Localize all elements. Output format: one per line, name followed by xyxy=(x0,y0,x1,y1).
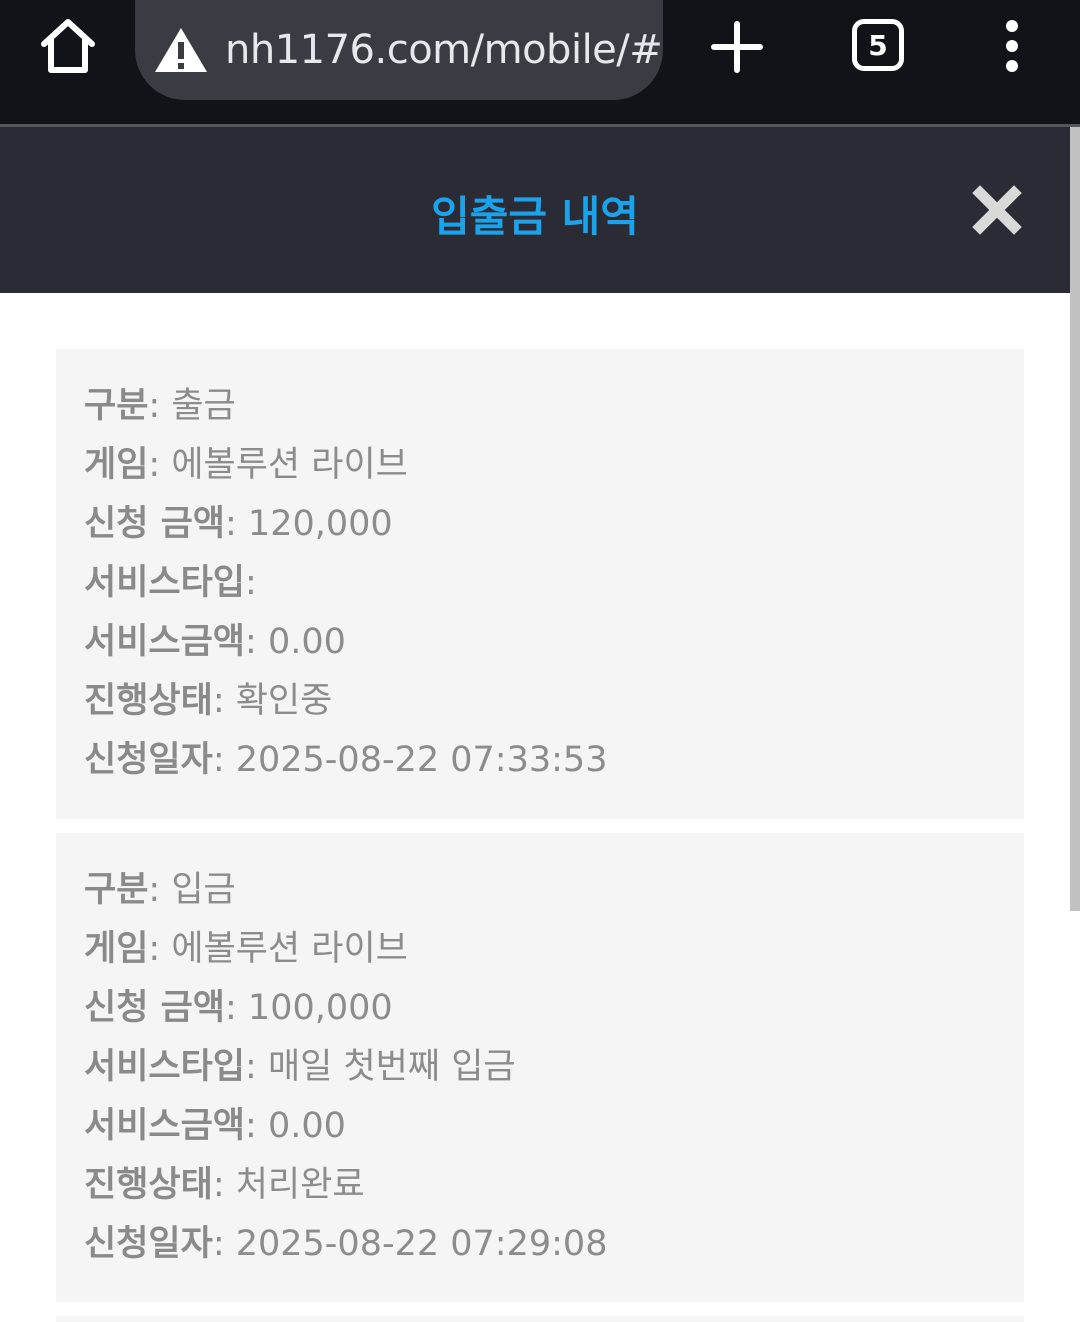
row-type: 구분: 출금 xyxy=(84,386,236,426)
status-value: 처리완료 xyxy=(235,1165,365,1205)
row-date: 신청일자: 2025-08-22 07:29:08 xyxy=(84,1224,608,1264)
date-value: 2025-08-22 07:33:53 xyxy=(235,740,608,780)
service-type-value: 매일 첫번째 입금 xyxy=(267,1047,516,1087)
plus-icon[interactable] xyxy=(710,20,764,74)
row-game: 게임: 에볼루션 라이브 xyxy=(84,445,408,485)
modal-title: 입출금 내역 xyxy=(431,192,639,241)
status-label: 진행상태 xyxy=(84,681,213,721)
row-type: 구분: 입금 xyxy=(84,870,236,910)
amount-label: 신청 금액 xyxy=(84,988,225,1028)
row-amount: 신청 금액: 100,000 xyxy=(84,988,393,1028)
service-type-label: 서비스타입 xyxy=(84,563,246,603)
service-type-label: 서비스타입 xyxy=(84,1047,246,1087)
service-amount-label: 서비스금액 xyxy=(84,622,246,662)
amount-value: 100,000 xyxy=(247,988,393,1028)
game-label: 게임 xyxy=(84,445,149,485)
date-value: 2025-08-22 07:29:08 xyxy=(235,1224,608,1264)
tab-count: 5 xyxy=(868,28,888,62)
transaction-card: 구분: 입금 게임: 에볼루션 라이브 신청 금액: 100,000 서비스타입… xyxy=(56,833,1024,1302)
more-vert-icon[interactable] xyxy=(996,18,1028,74)
row-service-type: 서비스타입: 매일 첫번째 입금 xyxy=(84,1047,516,1087)
row-status: 진행상태: 처리완료 xyxy=(84,1165,365,1205)
row-status: 진행상태: 확인중 xyxy=(84,681,333,721)
service-amount-value: 0.00 xyxy=(267,622,346,662)
home-icon[interactable] xyxy=(36,14,100,78)
row-service-amount: 서비스금액: 0.00 xyxy=(84,622,346,662)
type-value: 출금 xyxy=(171,386,236,426)
game-value: 에볼루션 라이브 xyxy=(171,929,408,969)
tabs-icon[interactable]: 5 xyxy=(852,19,904,71)
amount-value: 120,000 xyxy=(247,504,393,544)
address-bar[interactable]: nh1176.com/mobile/# xyxy=(135,0,663,100)
amount-label: 신청 금액 xyxy=(84,504,225,544)
type-value: 입금 xyxy=(171,870,236,910)
status-value: 확인중 xyxy=(235,681,333,721)
browser-toolbar: nh1176.com/mobile/# 5 xyxy=(0,0,1080,124)
row-service-amount: 서비스금액: 0.00 xyxy=(84,1106,346,1146)
type-label: 구분 xyxy=(84,870,149,910)
transaction-card: 구분: 출금 게임: 에볼루션 라이브 신청 금액: 120,000 서비스타입… xyxy=(56,349,1024,819)
row-service-type: 서비스타입: xyxy=(84,563,257,603)
transaction-list: 구분: 출금 게임: 에볼루션 라이브 신청 금액: 120,000 서비스타입… xyxy=(0,293,1070,1322)
modal-header: 입출금 내역 xyxy=(0,127,1070,293)
url-text: nh1176.com/mobile/# xyxy=(225,27,663,73)
transaction-card-partial xyxy=(56,1316,1024,1322)
service-amount-label: 서비스금액 xyxy=(84,1106,246,1146)
row-game: 게임: 에볼루션 라이브 xyxy=(84,929,408,969)
game-label: 게임 xyxy=(84,929,149,969)
row-amount: 신청 금액: 120,000 xyxy=(84,504,393,544)
status-label: 진행상태 xyxy=(84,1165,213,1205)
warning-icon[interactable] xyxy=(153,25,209,75)
row-date: 신청일자: 2025-08-22 07:33:53 xyxy=(84,740,608,780)
date-label: 신청일자 xyxy=(84,1224,213,1264)
close-icon[interactable] xyxy=(972,185,1022,235)
game-value: 에볼루션 라이브 xyxy=(171,445,408,485)
type-label: 구분 xyxy=(84,386,149,426)
service-amount-value: 0.00 xyxy=(267,1106,346,1146)
date-label: 신청일자 xyxy=(84,740,213,780)
scrollbar-thumb[interactable] xyxy=(1070,127,1080,911)
